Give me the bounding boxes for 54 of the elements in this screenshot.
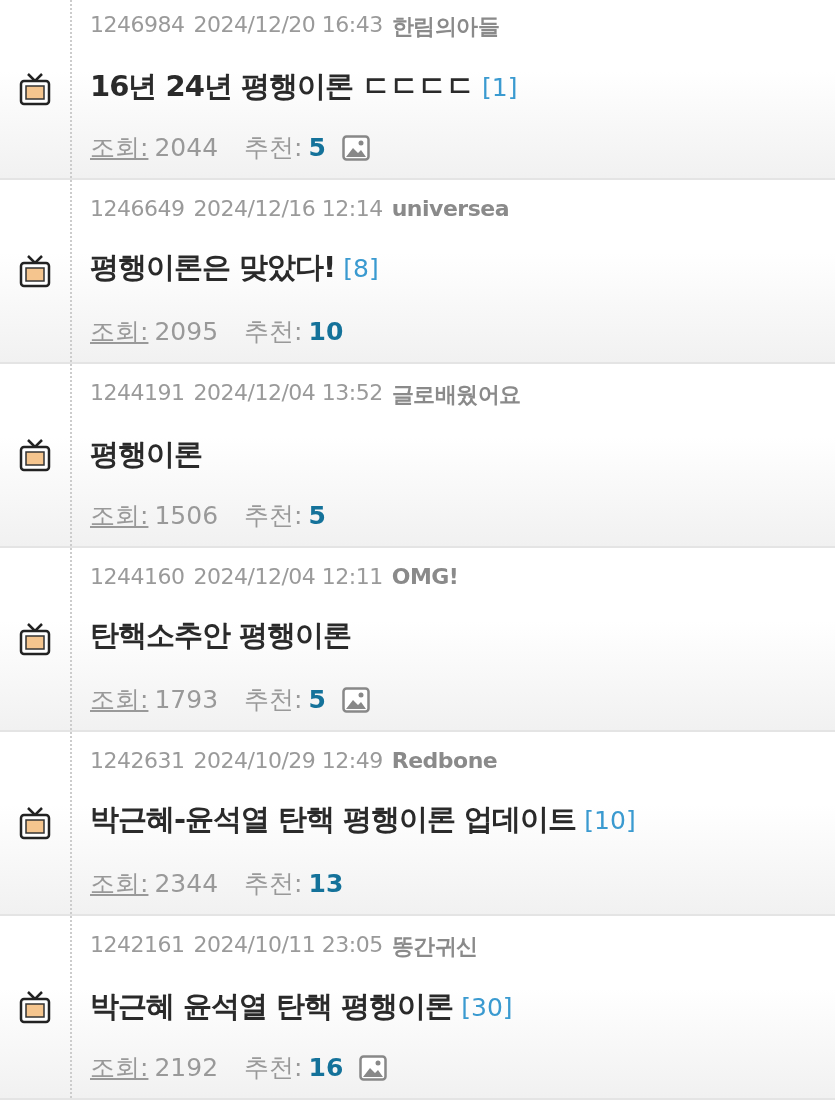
tv-icon xyxy=(19,438,51,472)
views-count: 2344 xyxy=(154,869,219,898)
views-label: 조회: xyxy=(90,316,149,348)
author-name: 똥간귀신 xyxy=(391,933,478,961)
tv-icon xyxy=(19,254,51,288)
post-number: 1246984 xyxy=(90,12,185,39)
post-number: 1244160 xyxy=(90,564,185,589)
likes-label: 추천: xyxy=(244,500,303,532)
post-date: 2024/10/11 23:05 xyxy=(193,932,383,959)
likes-count: 5 xyxy=(308,133,326,162)
views-label: 조회: xyxy=(90,868,149,900)
views-label: 조회: xyxy=(90,132,149,164)
views-count: 1793 xyxy=(154,685,219,714)
post-title[interactable]: 평행이론 xyxy=(90,434,202,475)
post-title[interactable]: 16년 24년 평행이론 ㄷㄷㄷㄷ xyxy=(90,66,474,107)
post-date: 2024/12/16 12:14 xyxy=(193,196,383,221)
tv-icon xyxy=(19,622,51,656)
post-date: 2024/12/20 16:43 xyxy=(193,12,383,39)
tv-icon xyxy=(19,72,51,106)
views-count: 2044 xyxy=(154,133,219,162)
post-title[interactable]: 평행이론은 맞았다! xyxy=(90,248,336,288)
post-number: 1246649 xyxy=(90,196,185,221)
likes-count: 5 xyxy=(308,685,326,714)
likes-label: 추천: xyxy=(244,868,303,900)
author-name: Redbone xyxy=(391,748,498,773)
views-count: 1506 xyxy=(154,501,219,530)
views-label: 조회: xyxy=(90,684,149,716)
author-name: 한림의아들 xyxy=(391,13,500,41)
post-date: 2024/12/04 12:11 xyxy=(193,564,383,589)
author-name: OMG! xyxy=(391,564,459,589)
post-number: 1242631 xyxy=(90,748,185,773)
likes-count: 13 xyxy=(308,869,344,898)
tv-icon xyxy=(19,806,51,840)
post-number: 1242161 xyxy=(90,932,185,959)
likes-count: 10 xyxy=(308,317,344,346)
views-count: 2095 xyxy=(154,317,219,346)
likes-label: 추천: xyxy=(244,316,303,348)
author-name: 글로배웠어요 xyxy=(391,381,521,409)
views-label: 조회: xyxy=(90,1052,149,1084)
post-title[interactable]: 탄핵소추안 평행이론 xyxy=(90,616,352,656)
post-title[interactable]: 박근혜-윤석열 탄핵 평행이론 업데이트 xyxy=(90,800,577,840)
likes-count: 5 xyxy=(308,501,326,530)
post-date: 2024/12/04 13:52 xyxy=(193,380,383,407)
post-number: 1244191 xyxy=(90,380,185,407)
views-count: 2192 xyxy=(154,1053,219,1082)
likes-count: 16 xyxy=(308,1053,344,1082)
tv-icon xyxy=(19,990,51,1024)
likes-label: 추천: xyxy=(244,1052,303,1084)
likes-label: 추천: xyxy=(244,132,303,164)
likes-label: 추천: xyxy=(244,684,303,716)
author-name: universea xyxy=(391,196,510,221)
post-title[interactable]: 박근혜 윤석열 탄핵 평행이론 xyxy=(90,986,454,1027)
views-label: 조회: xyxy=(90,500,149,532)
post-date: 2024/10/29 12:49 xyxy=(193,748,383,773)
